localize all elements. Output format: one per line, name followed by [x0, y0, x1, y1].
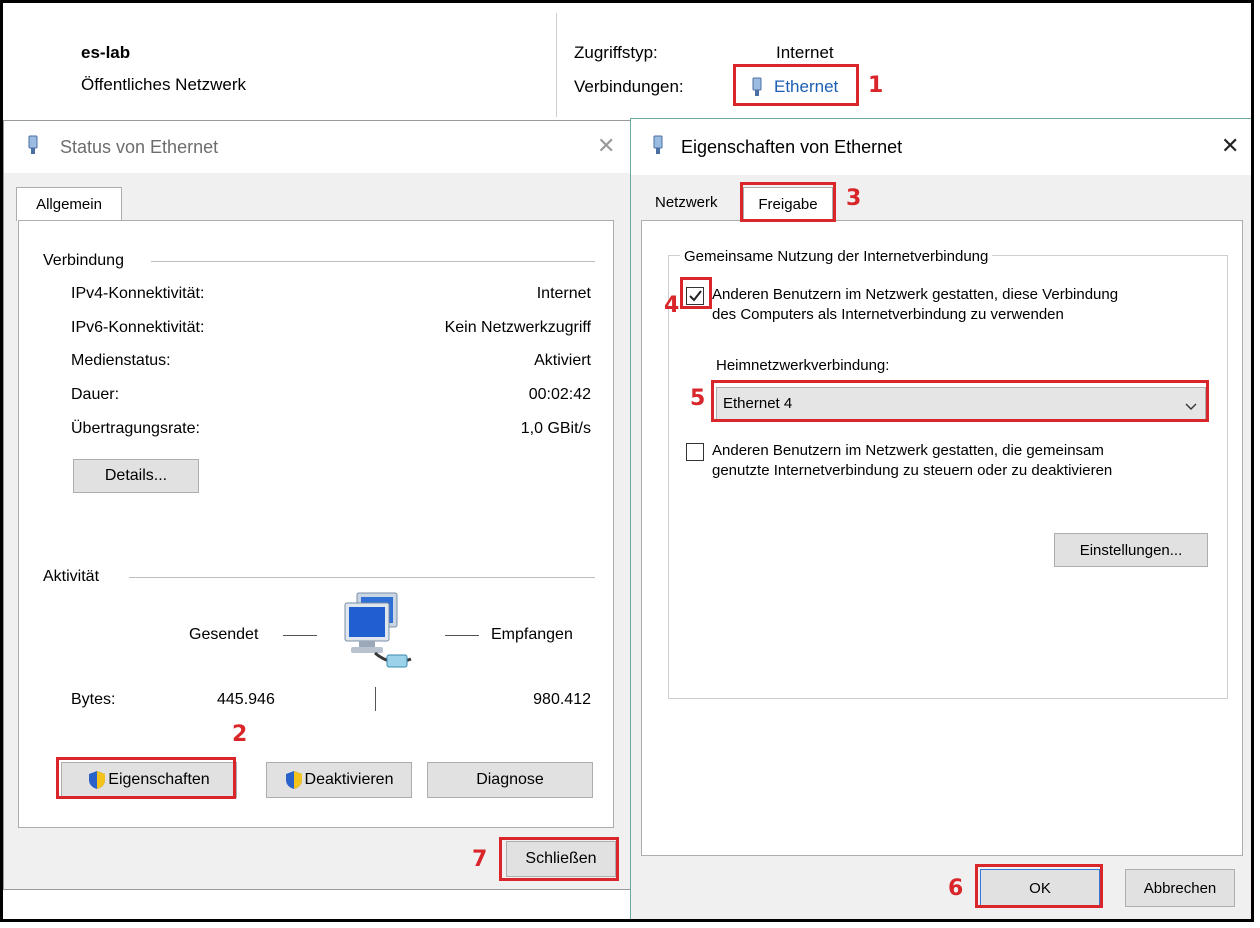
image-frame — [0, 0, 1254, 922]
